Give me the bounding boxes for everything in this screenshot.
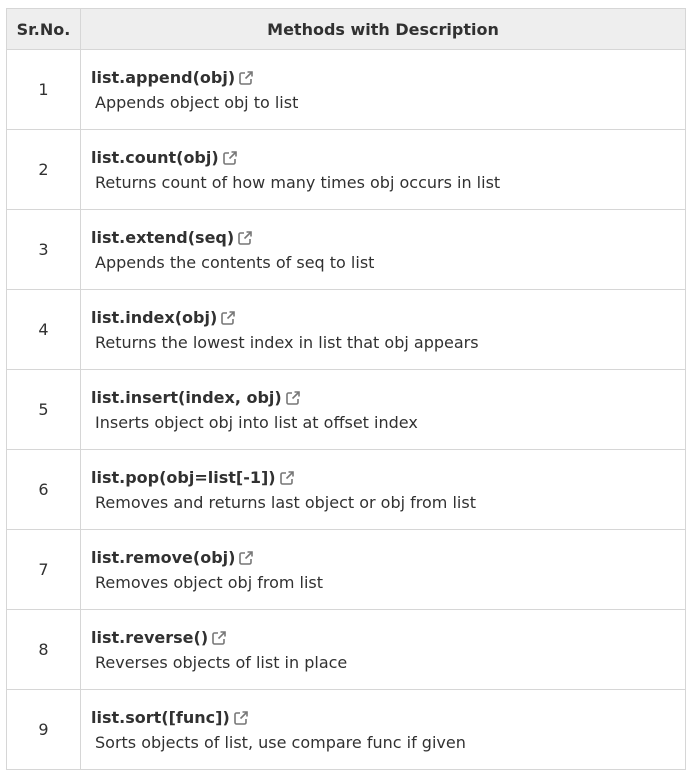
method-cell: list.extend(seq) Appends the contents of… [80,209,686,290]
row-number: 1 [6,49,81,130]
method-description: Appends the contents of seq to list [95,253,375,272]
method-line: list.sort([func]) [91,707,685,729]
row-number: 2 [6,129,81,210]
row-number: 6 [6,449,81,530]
row-number: 7 [6,529,81,610]
method-link[interactable]: list.pop(obj=list[-1]) [91,467,276,489]
row-number: 8 [6,609,81,690]
method-link[interactable]: list.append(obj) [91,67,235,89]
method-line: list.pop(obj=list[-1]) [91,467,685,489]
table-row: 2 list.count(obj) Returns count of how m… [6,129,686,210]
method-description: Appends object obj to list [95,93,299,112]
external-link-icon[interactable] [285,390,301,406]
table-row: 1 list.append(obj) Appends object obj to… [6,49,686,130]
row-number: 4 [6,289,81,370]
method-description: Sorts objects of list, use compare func … [95,733,466,752]
methods-table: Sr.No. Methods with Description 1 list.a… [6,8,686,770]
method-description: Returns count of how many times obj occu… [95,173,501,192]
table-row: 4 list.index(obj) Returns the lowest ind… [6,289,686,370]
method-description: Returns the lowest index in list that ob… [95,333,479,352]
method-link[interactable]: list.insert(index, obj) [91,387,282,409]
method-link[interactable]: list.extend(seq) [91,227,234,249]
method-line: list.remove(obj) [91,547,685,569]
external-link-icon[interactable] [222,150,238,166]
method-link[interactable]: list.index(obj) [91,307,217,329]
method-line: list.reverse() [91,627,685,649]
external-link-icon[interactable] [220,310,236,326]
method-link[interactable]: list.reverse() [91,627,208,649]
external-link-icon[interactable] [238,70,254,86]
header-methods: Methods with Description [80,8,686,50]
method-link[interactable]: list.remove(obj) [91,547,235,569]
method-description: Removes and returns last object or obj f… [95,493,476,512]
method-cell: list.remove(obj) Removes object obj from… [80,529,686,610]
row-number: 3 [6,209,81,290]
method-line: list.insert(index, obj) [91,387,685,409]
method-line: list.append(obj) [91,67,685,89]
external-link-icon[interactable] [238,550,254,566]
external-link-icon[interactable] [233,710,249,726]
row-number: 5 [6,369,81,450]
method-cell: list.pop(obj=list[-1]) Removes and retur… [80,449,686,530]
method-cell: list.append(obj) Appends object obj to l… [80,49,686,130]
table-row: 7 list.remove(obj) Removes object obj fr… [6,529,686,610]
method-description: Reverses objects of list in place [95,653,348,672]
table-header-row: Sr.No. Methods with Description [6,8,686,50]
method-description: Inserts object obj into list at offset i… [95,413,418,432]
method-line: list.index(obj) [91,307,685,329]
method-cell: list.insert(index, obj) Inserts object o… [80,369,686,450]
method-line: list.extend(seq) [91,227,685,249]
external-link-icon[interactable] [237,230,253,246]
table-row: 5 list.insert(index, obj) Inserts object… [6,369,686,450]
method-link[interactable]: list.count(obj) [91,147,219,169]
external-link-icon[interactable] [211,630,227,646]
table-row: 8 list.reverse() Reverses objects of lis… [6,609,686,690]
method-cell: list.reverse() Reverses objects of list … [80,609,686,690]
methods-table-container: Sr.No. Methods with Description 1 list.a… [6,8,686,770]
method-cell: list.index(obj) Returns the lowest index… [80,289,686,370]
external-link-icon[interactable] [279,470,295,486]
table-row: 6 list.pop(obj=list[-1]) Removes and ret… [6,449,686,530]
header-sr-no: Sr.No. [6,8,81,50]
table-row: 3 list.extend(seq) Appends the contents … [6,209,686,290]
method-description: Removes object obj from list [95,573,324,592]
method-line: list.count(obj) [91,147,685,169]
method-cell: list.count(obj) Returns count of how man… [80,129,686,210]
method-link[interactable]: list.sort([func]) [91,707,230,729]
